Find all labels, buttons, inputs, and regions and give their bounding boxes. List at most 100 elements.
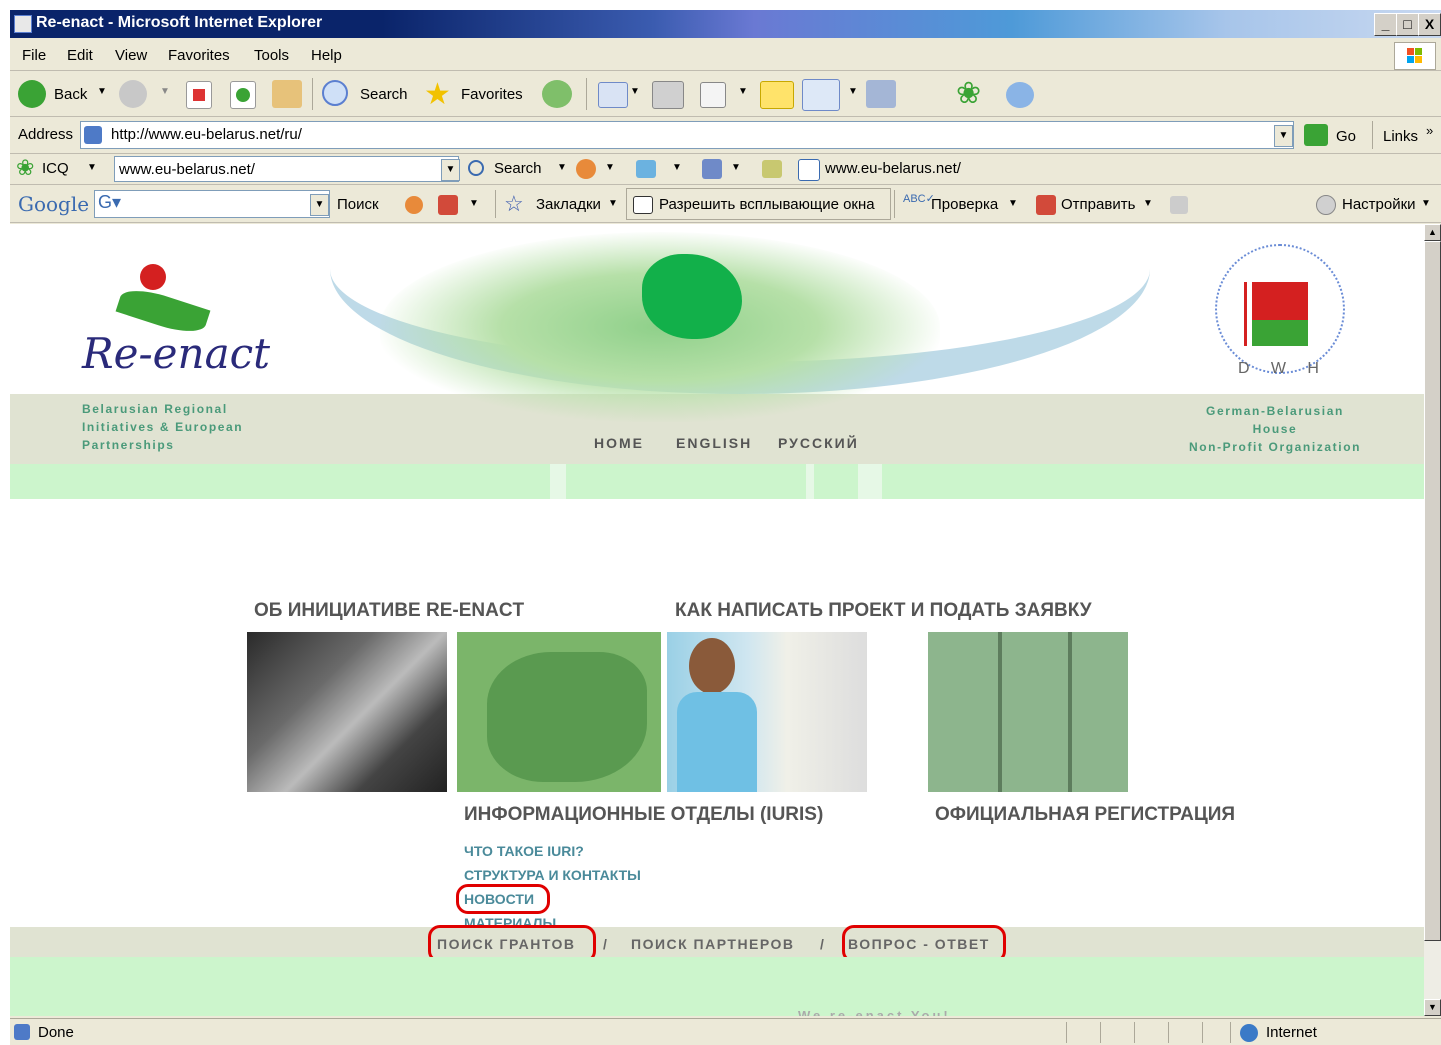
people-icon[interactable] [702, 159, 722, 179]
section-how-to-apply[interactable]: КАК НАПИСАТЬ ПРОЕКТ И ПОДАТЬ ЗАЯВКУ [675, 600, 1092, 622]
icq-search-button[interactable]: Search [494, 160, 542, 177]
news-icon[interactable] [405, 196, 423, 214]
menu-help[interactable]: Help [311, 47, 342, 64]
bookmarks-button[interactable]: Закладки [536, 196, 601, 213]
mail-check-icon[interactable] [636, 160, 656, 178]
icq-url-dropdown-icon[interactable]: ▼ [441, 159, 460, 181]
google-search-input[interactable] [94, 190, 330, 218]
spellcheck-button[interactable]: Проверка [931, 196, 998, 213]
tagline-right: German-Belarusian House Non-Profit Organ… [1188, 404, 1362, 454]
back-button[interactable]: Back [54, 86, 87, 103]
forward-arrow-icon[interactable] [119, 80, 147, 108]
strategy-image[interactable] [667, 632, 867, 792]
icq-dropdown-icon[interactable]: ▼ [87, 162, 97, 173]
magnifier-icon[interactable] [468, 160, 484, 176]
go-button[interactable]: Go [1336, 128, 1356, 145]
popup-icon[interactable] [438, 195, 458, 215]
status-bar: Done Internet [10, 1018, 1441, 1045]
messenger-icon[interactable] [802, 79, 840, 111]
section-official-registration[interactable]: ОФИЦИАЛЬНАЯ РЕГИСТРАЦИЯ [935, 804, 1235, 826]
google-g-icon[interactable]: G▾ [98, 192, 121, 213]
send-button[interactable]: Отправить [1061, 196, 1135, 213]
popup-dropdown-icon[interactable]: ▼ [469, 198, 479, 209]
maximize-button[interactable]: □ [1396, 13, 1419, 36]
popup-blocker-button[interactable]: Разрешить всплывающие окна [626, 188, 891, 220]
edit-icon[interactable] [700, 82, 726, 108]
vertical-scrollbar[interactable]: ▲ ▼ [1424, 224, 1441, 1016]
nav-english[interactable]: ENGLISH [676, 435, 752, 451]
discuss-icon[interactable] [760, 81, 794, 109]
find-page-icon[interactable] [798, 159, 820, 181]
menu-favorites[interactable]: Favorites [168, 47, 230, 64]
icq-url-input[interactable]: www.eu-belarus.net/ [114, 156, 459, 182]
bookmarks-star-icon[interactable]: ☆ [504, 191, 524, 217]
people-dropdown-icon[interactable]: ▼ [731, 162, 741, 173]
back-dropdown-icon[interactable]: ▼ [97, 86, 107, 97]
icq-url-label[interactable]: www.eu-belarus.net/ [825, 160, 961, 177]
mail-icon[interactable] [598, 82, 628, 108]
section-about-initiative[interactable]: ОБ ИНИЦИАТИВЕ RE-ENACT [254, 600, 524, 622]
menu-file[interactable]: File [22, 47, 46, 64]
go-arrow-icon[interactable] [1304, 124, 1328, 146]
address-input[interactable]: http://www.eu-belarus.net/ru/ [80, 121, 1294, 149]
menu-edit[interactable]: Edit [67, 47, 93, 64]
dwh-logo-text: D W H [1238, 360, 1321, 377]
highlight-icon[interactable] [762, 160, 782, 178]
standard-toolbar: Back ▼ ▼ Search ★ Favorites ▼ ▼ ▼ ❀ [10, 72, 1441, 117]
search-icon[interactable] [322, 80, 348, 106]
edit-dropdown-icon[interactable]: ▼ [738, 86, 748, 97]
nav-russian[interactable]: РУССКИЙ [778, 435, 859, 451]
search-button[interactable]: Search [360, 86, 408, 103]
send-icon[interactable] [1036, 195, 1056, 215]
nav-home[interactable]: HOME [594, 435, 644, 451]
menu-tools[interactable]: Tools [254, 47, 289, 64]
scroll-thumb[interactable] [1424, 241, 1441, 941]
back-arrow-icon[interactable] [18, 80, 46, 108]
google-search-button[interactable]: Поиск [337, 196, 379, 213]
link-structure-contacts[interactable]: СТРУКТУРА И КОНТАКТЫ [464, 867, 641, 883]
link-partner-search[interactable]: ПОИСК ПАРТНЕРОВ [631, 936, 795, 952]
mail-check-dropdown-icon[interactable]: ▼ [672, 162, 682, 173]
fun-icon[interactable] [576, 159, 596, 179]
research-icon[interactable] [866, 80, 896, 108]
messenger-dropdown-icon[interactable]: ▼ [848, 86, 858, 97]
icq-menu[interactable]: ICQ [42, 160, 69, 177]
fun-dropdown-icon[interactable]: ▼ [605, 162, 615, 173]
spellcheck-dropdown-icon[interactable]: ▼ [1008, 198, 1018, 209]
favorites-star-icon[interactable]: ★ [424, 77, 451, 112]
google-dropdown-icon[interactable]: ▼ [310, 194, 329, 216]
link-what-is-iuri[interactable]: ЧТО ТАКОЕ IURI? [464, 843, 584, 859]
mail-dropdown-icon[interactable]: ▼ [630, 86, 640, 97]
links-button[interactable]: Links [1383, 128, 1418, 145]
handshake-image[interactable] [247, 632, 447, 792]
scroll-up-icon[interactable]: ▲ [1424, 224, 1441, 241]
icq-flower-icon[interactable]: ❀ [956, 76, 981, 111]
bookmarks-dropdown-icon[interactable]: ▼ [608, 198, 618, 209]
browser-window: Re-enact - Microsoft Internet Explorer _… [10, 10, 1441, 1045]
close-button[interactable]: X [1418, 13, 1441, 36]
settings-icon[interactable] [1316, 195, 1336, 215]
links-chevron-icon[interactable]: » [1426, 123, 1433, 138]
minimize-button[interactable]: _ [1374, 13, 1397, 36]
file-cabinet-image[interactable] [928, 632, 1128, 792]
settings-button[interactable]: Настройки [1342, 196, 1416, 213]
contacts-icon[interactable] [1006, 82, 1034, 108]
menu-view[interactable]: View [115, 47, 147, 64]
settings-dropdown-icon[interactable]: ▼ [1421, 198, 1431, 209]
address-dropdown-icon[interactable]: ▼ [1274, 125, 1293, 147]
refresh-icon[interactable] [230, 81, 256, 109]
send-dropdown-icon[interactable]: ▼ [1143, 198, 1153, 209]
pen-icon[interactable] [1170, 196, 1188, 214]
belarus-map-image[interactable] [457, 632, 661, 792]
home-icon[interactable] [272, 80, 302, 108]
icq-search-dropdown-icon[interactable]: ▼ [557, 162, 567, 173]
favorites-button[interactable]: Favorites [461, 86, 523, 103]
history-icon[interactable] [542, 80, 572, 108]
popup-blocker-label: Разрешить всплывающие окна [659, 196, 875, 213]
section-info-departments[interactable]: ИНФОРМАЦИОННЫЕ ОТДЕЛЫ (IURIS) [464, 804, 823, 826]
print-icon[interactable] [652, 81, 684, 109]
scroll-down-icon[interactable]: ▼ [1424, 999, 1441, 1016]
forward-dropdown-icon[interactable]: ▼ [160, 86, 170, 97]
google-logo[interactable]: Google [18, 192, 89, 216]
stop-icon[interactable] [186, 81, 212, 109]
